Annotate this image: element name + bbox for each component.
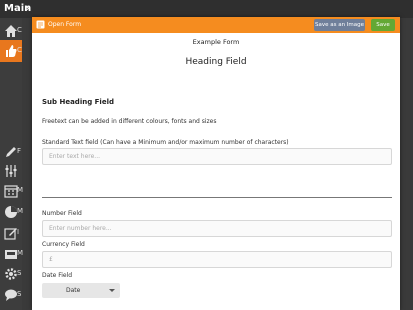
inbox-icon bbox=[5, 250, 17, 259]
sidebar-item-thumbs[interactable]: C bbox=[0, 40, 22, 62]
sidebar-item-chat[interactable]: S bbox=[0, 284, 22, 306]
form-title: Example Form bbox=[192, 38, 240, 46]
currency-input[interactable]: £ bbox=[42, 251, 392, 268]
number-field-label: Number Field bbox=[42, 210, 82, 217]
pie-chart-icon bbox=[5, 206, 17, 218]
sidebar-item-pie[interactable]: M bbox=[0, 201, 24, 223]
sidebar-item-label: S bbox=[17, 290, 22, 298]
save-as-image-button[interactable]: Save as an Image bbox=[314, 19, 365, 31]
sidebar-item-label: C bbox=[17, 26, 22, 34]
sidebar: C C F M M I M S S bbox=[0, 18, 24, 310]
sidebar-item-label: M bbox=[17, 207, 24, 215]
sidebar-item-label: M bbox=[17, 186, 24, 194]
pencil-icon bbox=[6, 147, 16, 157]
home-icon bbox=[5, 25, 17, 37]
text-input-placeholder: Enter text here... bbox=[49, 153, 101, 160]
divider bbox=[42, 197, 392, 198]
sidebar-item-home[interactable]: C bbox=[0, 20, 22, 42]
sub-heading-field: Sub Heading Field bbox=[42, 98, 114, 106]
heading-field: Heading Field bbox=[185, 57, 247, 67]
gear-icon bbox=[5, 268, 17, 280]
currency-input-placeholder: £ bbox=[49, 256, 53, 263]
text-field-label: Standard Text field (Can have a Minimum … bbox=[42, 139, 289, 146]
sidebar-item-edit[interactable]: I bbox=[0, 222, 22, 244]
modal-title: Open Form bbox=[48, 21, 82, 28]
sidebar-item-label: M bbox=[17, 249, 24, 257]
sidebar-item-settings[interactable]: S bbox=[0, 263, 22, 285]
calendar-icon bbox=[4, 185, 18, 198]
form-icon bbox=[36, 20, 45, 29]
currency-field-label: Currency Field bbox=[42, 241, 85, 248]
modal-header: Open Form Save as an Image Save bbox=[32, 17, 400, 33]
app-topbar: Main › bbox=[0, 0, 413, 18]
number-input[interactable]: Enter number here... bbox=[42, 220, 392, 237]
number-input-placeholder: Enter number here... bbox=[49, 225, 112, 232]
sidebar-item-sliders[interactable] bbox=[0, 160, 22, 182]
date-picker-button[interactable]: Date bbox=[42, 283, 120, 298]
date-button-label: Date bbox=[66, 287, 81, 294]
expand-arrow-icon[interactable]: › bbox=[25, 1, 30, 15]
chevron-down-icon bbox=[109, 289, 115, 292]
sidebar-item-calendar[interactable]: M bbox=[0, 180, 24, 202]
sliders-icon bbox=[5, 165, 17, 177]
freetext-field: Freetext can be added in different colou… bbox=[42, 118, 217, 125]
edit-icon bbox=[4, 228, 17, 240]
form-modal: Open Form Save as an Image Save Example … bbox=[32, 17, 400, 310]
text-input[interactable]: Enter text here... bbox=[42, 148, 392, 165]
chat-bubble-icon bbox=[5, 289, 17, 301]
sidebar-item-label: C bbox=[17, 46, 22, 54]
save-button[interactable]: Save bbox=[371, 19, 395, 31]
thumbs-up-icon bbox=[6, 45, 17, 57]
sidebar-item-label: S bbox=[17, 269, 22, 277]
date-field-label: Date Field bbox=[42, 272, 73, 279]
sidebar-item-label: F bbox=[17, 147, 22, 155]
sidebar-item-label: I bbox=[17, 228, 20, 236]
sidebar-item-inbox[interactable]: M bbox=[0, 243, 24, 265]
